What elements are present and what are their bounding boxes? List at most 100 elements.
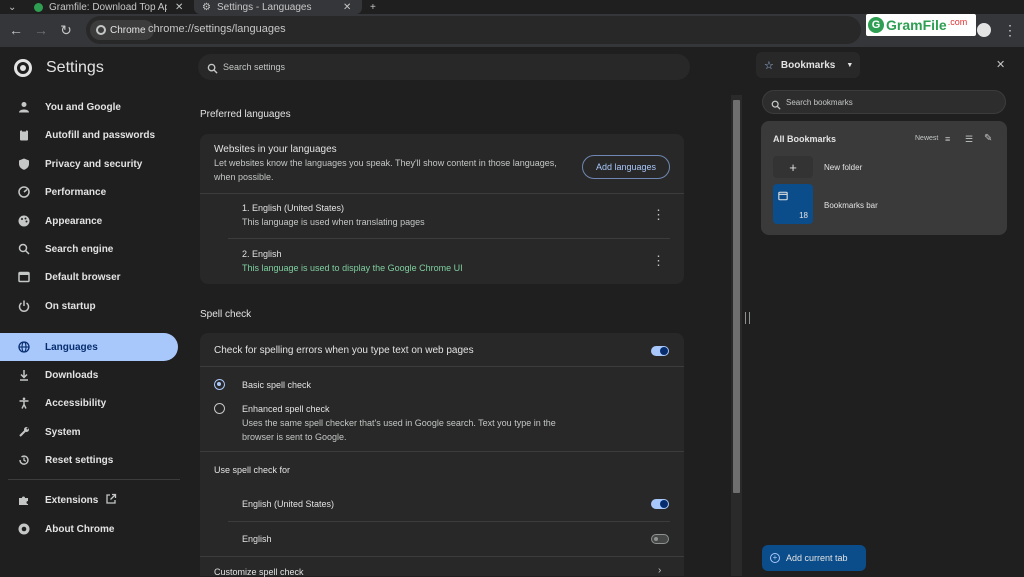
chrome-logo-icon — [14, 59, 32, 77]
search-placeholder: Search settings — [223, 62, 286, 72]
reload-button[interactable]: ↻ — [58, 22, 74, 38]
edit-icon[interactable]: ✎ — [984, 133, 992, 144]
add-current-tab-button[interactable]: + Add current tab — [762, 545, 866, 571]
history-icon — [17, 453, 31, 467]
tab-search-button[interactable]: ⌄ — [2, 0, 22, 14]
enhanced-spell-check-description: Uses the same spell checker that's used … — [242, 418, 556, 428]
shield-icon — [17, 157, 31, 171]
sidebar-item-accessibility[interactable]: Accessibility — [0, 389, 178, 417]
sidebar-item-reset-settings[interactable]: Reset settings — [0, 446, 178, 474]
dropdown-label: Bookmarks — [780, 59, 836, 71]
basic-spell-check-radio[interactable] — [214, 379, 225, 390]
sidebar-item-label: Appearance — [45, 215, 103, 227]
spell-check-toggle[interactable] — [651, 346, 669, 356]
close-icon: ✕ — [996, 59, 1006, 71]
scrollbar-thumb[interactable] — [733, 100, 740, 493]
bookmarks-bar-label[interactable]: Bookmarks bar — [824, 201, 878, 210]
close-panel-button[interactable]: ✕ — [996, 58, 1005, 71]
sidebar-item-search-engine[interactable]: Search engine — [0, 235, 178, 263]
sidebar-item-on-startup[interactable]: On startup — [0, 292, 178, 320]
tab-label: Settings - Languages — [216, 1, 312, 13]
gramfile-logo-icon: G — [868, 17, 884, 33]
bookmarks-side-panel: ☆ Bookmarks ▼ ✕ Search bookmarks All Boo… — [750, 47, 1024, 576]
sidebar-item-you-and-google[interactable]: You and Google — [0, 93, 178, 121]
plus-icon: + — [370, 1, 376, 13]
language-menu-button[interactable]: ⋮ — [652, 253, 665, 269]
plus-icon: + — [789, 159, 797, 175]
language-name: 2. English — [242, 249, 282, 259]
kebab-icon: ⋮ — [652, 207, 665, 222]
sidebar-item-downloads[interactable]: Downloads — [0, 361, 178, 389]
watermark-text: GramFile — [886, 17, 947, 33]
star-icon: ☆ — [764, 59, 774, 72]
use-spell-check-for-heading: Use spell check for — [214, 465, 291, 475]
external-link-icon — [105, 493, 117, 508]
chrome-icon — [96, 25, 106, 35]
watermark-suffix: .com — [947, 17, 968, 27]
arrow-right-icon: → — [34, 22, 48, 38]
bookmarks-dropdown[interactable]: ☆ Bookmarks ▼ — [756, 52, 860, 78]
sidebar-item-appearance[interactable]: Appearance — [0, 207, 178, 235]
chrome-chip[interactable]: Chrome — [90, 20, 154, 40]
bookmark-count: 18 — [799, 211, 808, 220]
language-menu-button[interactable]: ⋮ — [652, 207, 665, 223]
enhanced-spell-check-description: browser is sent to Google. — [242, 432, 347, 442]
close-icon[interactable]: ✕ — [343, 2, 351, 13]
bookmark-search-input[interactable]: Search bookmarks — [762, 90, 1006, 114]
browser-icon — [17, 270, 31, 284]
tab-settings[interactable]: ⚙ Settings - Languages ✕ — [194, 0, 362, 14]
sort-icon[interactable]: ≡ — [945, 134, 950, 144]
person-icon — [17, 100, 31, 114]
card-title: Websites in your languages — [214, 144, 337, 155]
new-folder-label[interactable]: New folder — [824, 163, 862, 172]
gramfile-watermark: G GramFile .com — [866, 14, 976, 36]
search-input[interactable]: Search settings — [198, 54, 690, 80]
sidebar-item-label: Privacy and security — [45, 158, 143, 170]
language-note: This language is used when translating p… — [242, 217, 425, 227]
address-bar[interactable]: Chrome chrome://settings/languages — [86, 16, 861, 44]
sidebar-divider — [8, 479, 180, 480]
globe-icon — [17, 340, 31, 354]
new-folder-button[interactable]: + — [773, 156, 813, 178]
chrome-icon — [17, 522, 31, 536]
search-icon — [771, 97, 781, 115]
divider — [200, 193, 684, 194]
tab-gramfile[interactable]: Gramfile: Download Top App ✕ — [26, 0, 194, 14]
sidebar-item-autofill[interactable]: Autofill and passwords — [0, 121, 178, 149]
card-description: Let websites know the languages you spea… — [214, 158, 557, 168]
sidebar-item-languages[interactable]: Languages — [0, 333, 178, 361]
preferred-languages-heading: Preferred languages — [200, 109, 291, 120]
sidebar-item-system[interactable]: System — [0, 418, 178, 446]
forward-button[interactable]: → — [33, 22, 49, 38]
chevron-down-icon: ⌄ — [8, 1, 17, 13]
avatar[interactable] — [975, 21, 993, 39]
chevron-right-icon: › — [658, 565, 662, 576]
spell-language-toggle[interactable] — [651, 534, 669, 544]
clipboard-icon — [17, 128, 31, 142]
bookmarks-bar-folder[interactable]: 18 — [773, 184, 813, 224]
sidebar-item-label: Languages — [45, 341, 98, 353]
chip-label: Chrome — [110, 24, 146, 36]
sidebar-item-label: Default browser — [45, 271, 121, 283]
sidebar-item-label: You and Google — [45, 101, 121, 113]
sidebar-item-about-chrome[interactable]: About Chrome — [0, 515, 178, 543]
more-menu-button[interactable]: ⋮ — [1003, 22, 1017, 38]
back-button[interactable]: ← — [8, 22, 24, 38]
divider — [200, 366, 684, 367]
add-languages-button[interactable]: Add languages — [582, 155, 670, 179]
spell-check-card: Check for spelling errors when you type … — [200, 333, 684, 577]
sidebar-item-label: Reset settings — [45, 454, 114, 466]
sidebar-item-performance[interactable]: Performance — [0, 178, 178, 206]
spell-language-toggle[interactable] — [651, 499, 669, 509]
close-icon[interactable]: ✕ — [175, 2, 183, 13]
new-tab-button[interactable]: + — [370, 0, 382, 14]
sidebar-item-default-browser[interactable]: Default browser — [0, 263, 178, 291]
list-view-icon[interactable]: ☰ — [965, 134, 973, 145]
section-title: All Bookmarks — [773, 134, 837, 144]
accessibility-icon — [17, 396, 31, 410]
sidebar-item-extensions[interactable]: Extensions — [0, 486, 178, 514]
sort-button[interactable]: Newest — [915, 135, 938, 142]
sidebar-item-privacy[interactable]: Privacy and security — [0, 150, 178, 178]
sidebar-item-label: Search engine — [45, 243, 114, 255]
enhanced-spell-check-radio[interactable] — [214, 403, 225, 414]
